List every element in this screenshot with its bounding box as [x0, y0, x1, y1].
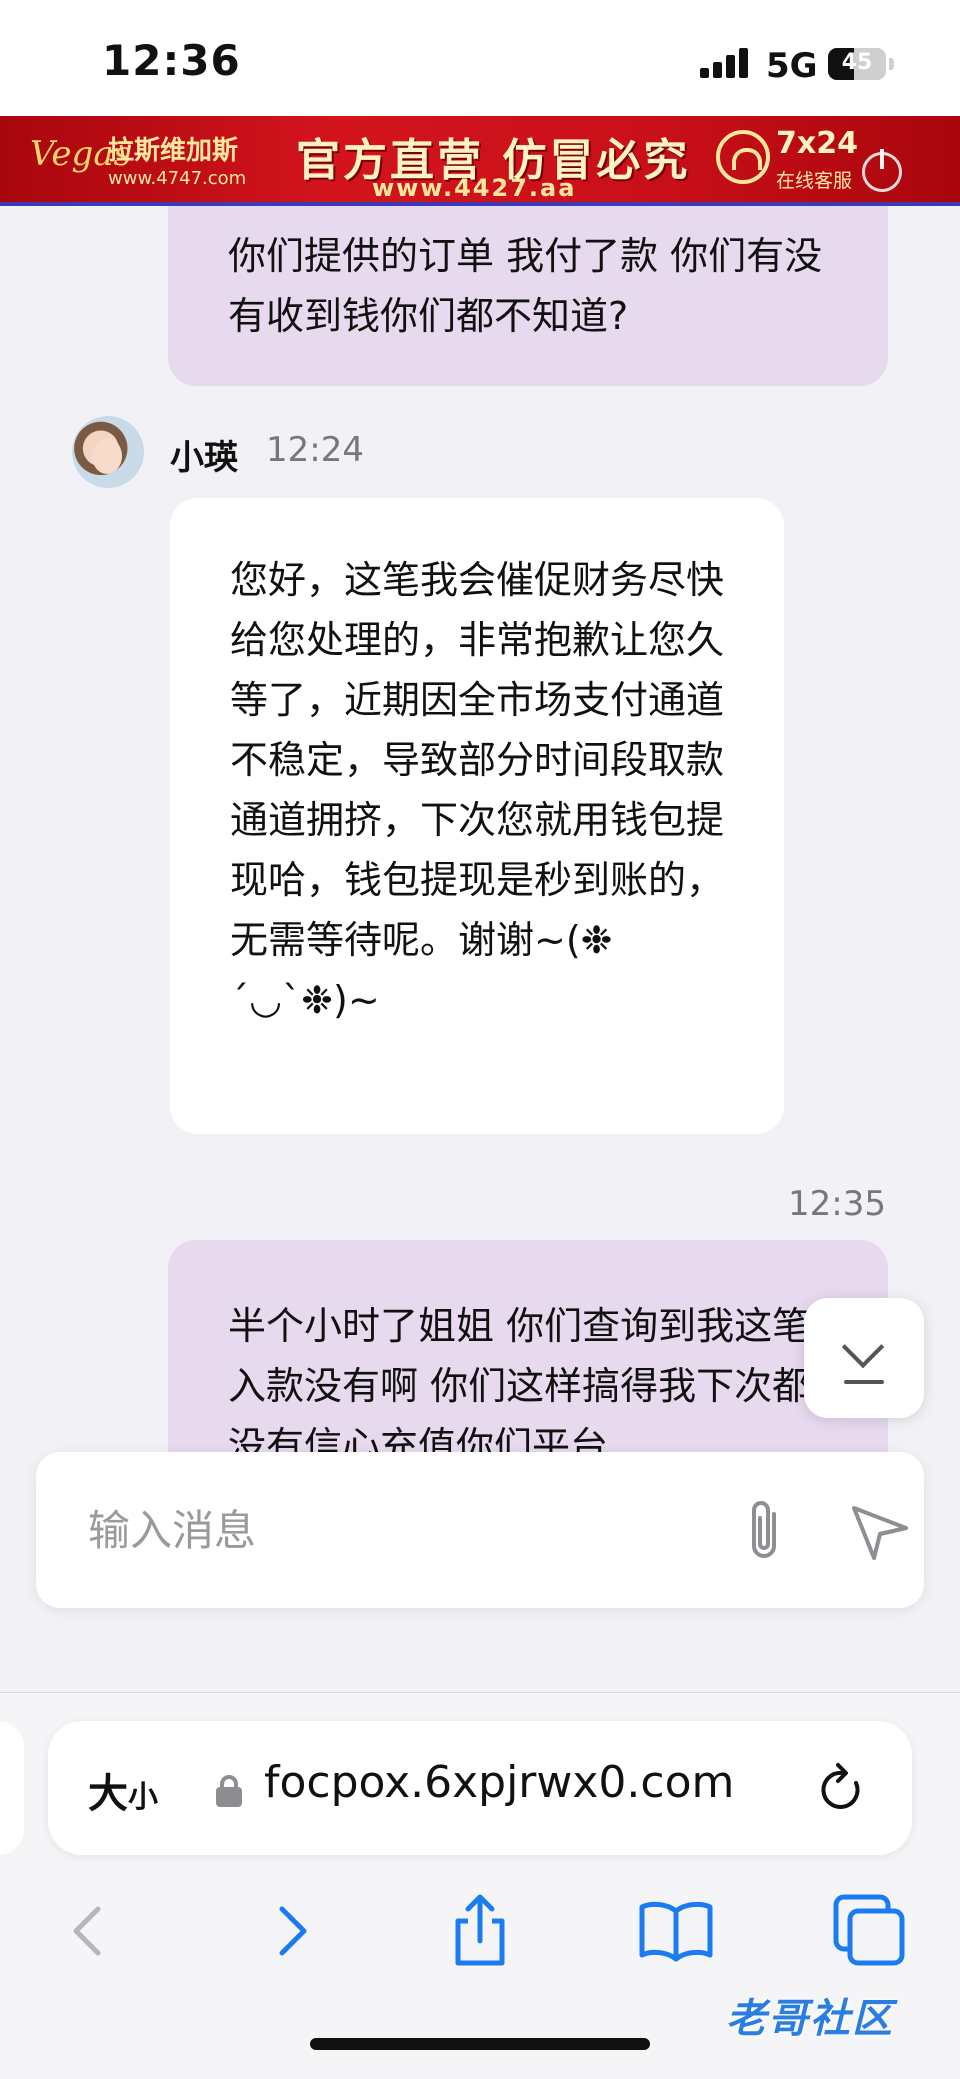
message-timestamp: 12:35	[788, 1184, 886, 1224]
scroll-to-bottom-button[interactable]	[804, 1298, 924, 1418]
url-text[interactable]: focpox.6xpjrwx0.com	[264, 1757, 734, 1808]
cellular-signal-icon	[700, 48, 752, 78]
forward-button[interactable]	[250, 1891, 330, 1971]
network-type: 5G	[766, 46, 818, 86]
ad-hours: 7x24	[776, 126, 858, 161]
message-bubble-outgoing: 半个小时了姐姐 你们查询到我这笔入款没有啊 你们这样搞得我下次都没有信心充值你们…	[168, 1240, 888, 1452]
tabs-icon	[833, 1894, 905, 1966]
paperclip-icon[interactable]	[736, 1496, 792, 1568]
power-icon[interactable]	[862, 149, 902, 192]
send-icon[interactable]	[848, 1502, 912, 1562]
tabs-button[interactable]	[830, 1891, 910, 1971]
status-time: 12:36	[102, 36, 241, 85]
home-indicator[interactable]	[310, 2038, 650, 2050]
battery-icon: 45	[828, 48, 886, 80]
ad-brand: 拉斯维加斯	[108, 136, 239, 166]
address-bar[interactable]: 大小 focpox.6xpjrwx0.com	[48, 1721, 912, 1855]
share-button[interactable]	[440, 1891, 520, 1971]
chevron-right-icon	[279, 1906, 307, 1956]
message-text: 半个小时了姐姐 你们查询到我这笔入款没有啊 你们这样搞得我下次都没有信心充值你们…	[228, 1304, 811, 1452]
message-bubble-outgoing: 你们提供的订单 我付了款 你们有没有收到钱你们都不知道?	[168, 206, 888, 386]
status-bar: 12:36 5G 45	[0, 0, 960, 116]
chat-thread[interactable]: 你们提供的订单 我付了款 你们有没有收到钱你们都不知道? 小瑛 12:24 您好…	[0, 206, 960, 1452]
browser-toolbar	[0, 1891, 960, 1991]
chevron-down-icon	[841, 1325, 885, 1369]
book-icon	[639, 1901, 713, 1962]
watermark: 老哥社区	[726, 1996, 894, 2042]
back-button[interactable]	[50, 1891, 130, 1971]
battery-percent: 45	[841, 50, 873, 75]
avatar[interactable]	[72, 416, 144, 488]
reload-icon[interactable]	[816, 1761, 868, 1817]
ad-banner[interactable]: Vegas 拉斯维加斯 www.4747.com 官方直营 仿冒必究 www.4…	[0, 116, 960, 206]
text-size-button[interactable]: 大小	[88, 1761, 158, 1819]
message-composer	[36, 1452, 924, 1608]
lock-icon	[216, 1775, 242, 1807]
customer-service-icon	[716, 130, 770, 184]
bookmarks-button[interactable]	[636, 1891, 716, 1971]
message-text: 你们提供的订单 我付了款 你们有没有收到钱你们都不知道?	[228, 234, 823, 338]
message-text: 您好，这笔我会催促财务尽快给您处理的，非常抱歉让您久等了，近期因全市场支付通道不…	[230, 558, 725, 1022]
message-timestamp: 12:24	[266, 430, 364, 470]
ad-service-label: 在线客服	[776, 170, 853, 192]
ad-url-small: www.4747.com	[108, 168, 247, 189]
previous-tab-peek[interactable]	[0, 1721, 24, 1855]
message-input[interactable]	[88, 1492, 688, 1568]
ad-url-large: www.4427.aa	[372, 174, 577, 202]
chevron-left-icon	[73, 1906, 101, 1956]
sender-name: 小瑛	[170, 438, 238, 478]
message-bubble-incoming: 您好，这笔我会催促财务尽快给您处理的，非常抱歉让您久等了，近期因全市场支付通道不…	[170, 498, 784, 1134]
share-icon	[455, 1894, 505, 1966]
